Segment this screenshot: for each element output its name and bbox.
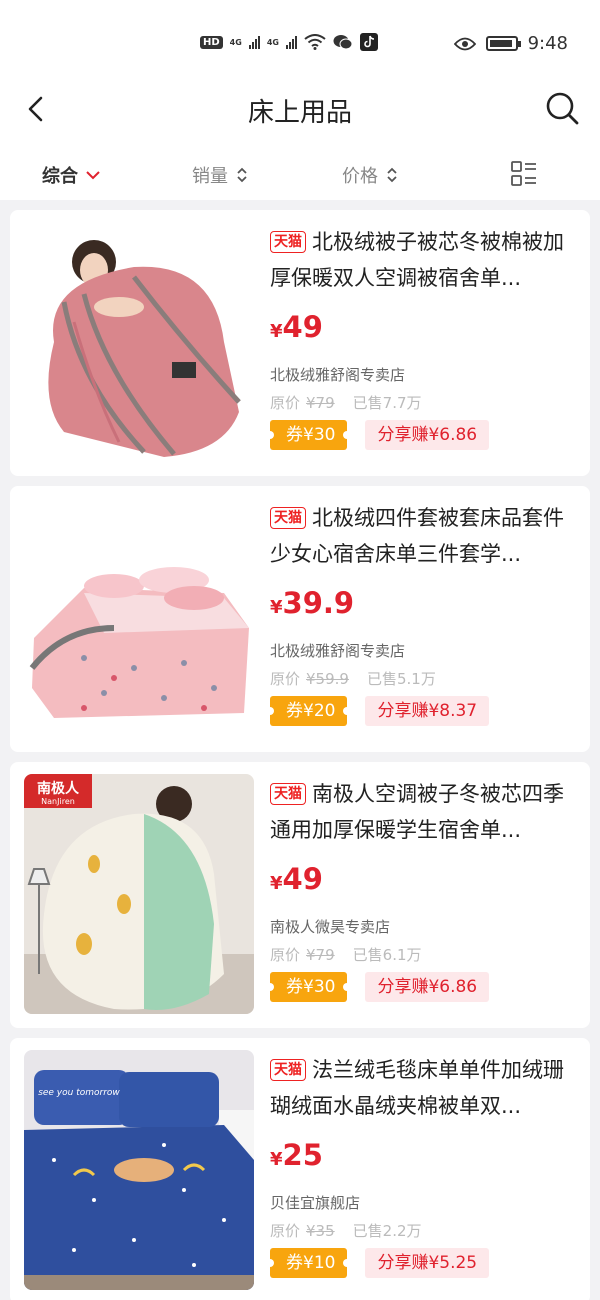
product-image[interactable]: see you tomorrow <box>24 1050 254 1290</box>
product-info: 天猫 北极绒四件套被套床品套件少女心宿舍床单三件套学... ¥39.9 北极绒雅舒… <box>265 500 582 726</box>
status-bar: HD 4G 4G 9:48 <box>0 0 600 88</box>
chevron-down-icon <box>86 171 100 180</box>
shop-name[interactable]: 北极绒雅舒阁专卖店 <box>270 364 582 386</box>
original-price: ¥59.9 <box>306 670 349 688</box>
price-value: 49 <box>282 862 323 896</box>
coupon-badge[interactable]: 券¥10 <box>265 1248 352 1278</box>
status-time: 9:48 <box>527 33 568 54</box>
share-earn-badge[interactable]: 分享赚¥5.25 <box>365 1248 490 1278</box>
tiktok-icon <box>359 33 378 51</box>
original-price-label: 原价 <box>270 1222 301 1240</box>
pillow-text: see you tomorrow <box>38 1088 120 1098</box>
product-title[interactable]: 天猫 法兰绒毛毯床单单件加绒珊瑚绒面水晶绒夹棉被单双... <box>270 1052 582 1124</box>
signal-icon <box>248 35 260 49</box>
product-tags: 券¥30 分享赚¥6.86 <box>265 420 582 450</box>
brand-logo-sub: NanJiren <box>41 797 75 806</box>
sort-comprehensive-label: 综合 <box>42 166 78 187</box>
sold-count: 已售5.1万 <box>366 670 436 688</box>
product-info: 天猫 北极绒被子被芯冬被棉被加厚保暖双人空调被宿舍单... ¥49 北极绒雅舒阁专… <box>265 224 582 450</box>
product-meta: 原价 ¥79 已售7.7万 <box>270 392 582 414</box>
hd-icon: HD <box>200 35 223 49</box>
coupon-badge[interactable]: 券¥30 <box>265 972 352 1002</box>
product-meta: 原价 ¥59.9 已售5.1万 <box>270 668 582 690</box>
original-price: ¥35 <box>306 1222 335 1240</box>
original-price-label: 原价 <box>270 394 301 412</box>
shop-name[interactable]: 北极绒雅舒阁专卖店 <box>270 640 582 662</box>
sort-bar: 综合 销量 价格 <box>0 150 600 200</box>
sort-comprehensive[interactable]: 综合 <box>42 162 100 188</box>
product-image[interactable] <box>24 222 254 462</box>
product-price: ¥49 <box>270 862 582 902</box>
share-earn-badge[interactable]: 分享赚¥6.86 <box>365 972 490 1002</box>
list-layout-icon[interactable] <box>510 160 538 188</box>
product-title[interactable]: 天猫 北极绒被子被芯冬被棉被加厚保暖双人空调被宿舍单... <box>270 224 582 296</box>
original-price-label: 原价 <box>270 670 301 688</box>
sort-sales-label: 销量 <box>192 166 228 187</box>
signal-icon-2 <box>285 35 297 49</box>
tmall-badge: 天猫 <box>270 507 306 529</box>
coupon-badge[interactable]: 券¥30 <box>265 420 352 450</box>
page-title: 床上用品 <box>247 98 352 128</box>
original-price-label: 原价 <box>270 946 301 964</box>
product-tags: 券¥10 分享赚¥5.25 <box>265 1248 582 1278</box>
shop-name[interactable]: 南极人微昊专卖店 <box>270 916 582 938</box>
tmall-badge: 天猫 <box>270 231 306 253</box>
product-meta: 原价 ¥79 已售6.1万 <box>270 944 582 966</box>
status-left: HD 4G 4G <box>200 33 378 51</box>
product-image[interactable]: 南极人 NanJiren <box>24 774 254 1014</box>
tmall-badge: 天猫 <box>270 783 306 805</box>
tmall-badge: 天猫 <box>270 1059 306 1081</box>
product-title[interactable]: 天猫 北极绒四件套被套床品套件少女心宿舍床单三件套学... <box>270 500 582 572</box>
status-right: 9:48 <box>453 33 568 54</box>
coupon-badge[interactable]: 券¥20 <box>265 696 352 726</box>
battery-icon <box>485 36 521 51</box>
product-title-text: 法兰绒毛毯床单单件加绒珊瑚绒面水晶绒夹棉被单双... <box>270 1058 564 1118</box>
product-card[interactable]: 天猫 北极绒被子被芯冬被棉被加厚保暖双人空调被宿舍单... ¥49 北极绒雅舒阁专… <box>10 210 590 476</box>
product-price: ¥49 <box>270 310 582 350</box>
sort-sales[interactable]: 销量 <box>192 162 248 188</box>
price-currency: ¥ <box>270 873 283 894</box>
sort-price[interactable]: 价格 <box>342 162 398 188</box>
product-tags: 券¥30 分享赚¥6.86 <box>265 972 582 1002</box>
product-title-text: 北极绒四件套被套床品套件少女心宿舍床单三件套学... <box>270 506 564 566</box>
nav-bar: 床上用品 <box>0 88 600 150</box>
product-info: 天猫 南极人空调被子冬被芯四季通用加厚保暖学生宿舍单... ¥49 南极人微昊专卖… <box>265 776 582 1002</box>
product-tags: 券¥20 分享赚¥8.37 <box>265 696 582 726</box>
search-icon[interactable] <box>544 90 580 126</box>
price-currency: ¥ <box>270 321 283 342</box>
product-title-text: 南极人空调被子冬被芯四季通用加厚保暖学生宿舍单... <box>270 782 564 842</box>
price-value: 49 <box>282 310 323 344</box>
product-title-text: 北极绒被子被芯冬被棉被加厚保暖双人空调被宿舍单... <box>270 230 564 290</box>
sold-count: 已售6.1万 <box>352 946 422 964</box>
product-info: 天猫 法兰绒毛毯床单单件加绒珊瑚绒面水晶绒夹棉被单双... ¥25 贝佳宜旗舰店 … <box>265 1052 582 1278</box>
shop-name[interactable]: 贝佳宜旗舰店 <box>270 1192 582 1214</box>
product-price: ¥25 <box>270 1138 582 1178</box>
sort-price-label: 价格 <box>342 166 378 187</box>
product-image[interactable] <box>24 498 254 738</box>
network-type-2: 4G <box>266 37 279 47</box>
product-meta: 原价 ¥35 已售2.2万 <box>270 1220 582 1242</box>
wifi-icon <box>304 34 326 50</box>
original-price: ¥79 <box>306 946 335 964</box>
price-value: 25 <box>282 1138 323 1172</box>
product-price: ¥39.9 <box>270 586 582 626</box>
price-currency: ¥ <box>270 1149 283 1170</box>
price-value: 39.9 <box>282 586 355 620</box>
share-earn-badge[interactable]: 分享赚¥6.86 <box>365 420 490 450</box>
product-card[interactable]: see you tomorrow 天猫 法兰绒毛毯床单单件加绒珊瑚绒面水晶绒夹棉被… <box>10 1038 590 1300</box>
wechat-icon <box>333 35 353 50</box>
share-earn-badge[interactable]: 分享赚¥8.37 <box>365 696 490 726</box>
price-currency: ¥ <box>270 597 283 618</box>
product-card[interactable]: 天猫 北极绒四件套被套床品套件少女心宿舍床单三件套学... ¥39.9 北极绒雅舒… <box>10 486 590 752</box>
sold-count: 已售2.2万 <box>352 1222 422 1240</box>
eye-icon <box>453 37 476 50</box>
product-title[interactable]: 天猫 南极人空调被子冬被芯四季通用加厚保暖学生宿舍单... <box>270 776 582 848</box>
sold-count: 已售7.7万 <box>352 394 422 412</box>
sort-updown-icon <box>387 167 397 183</box>
network-type-1: 4G <box>229 37 242 47</box>
original-price: ¥79 <box>306 394 335 412</box>
product-card[interactable]: 南极人 NanJiren 天猫 南极人空调被子冬被芯四季通用加厚保暖学生宿舍单..… <box>10 762 590 1028</box>
brand-logo-text: 南极人 <box>37 780 80 797</box>
sort-updown-icon <box>237 167 247 183</box>
